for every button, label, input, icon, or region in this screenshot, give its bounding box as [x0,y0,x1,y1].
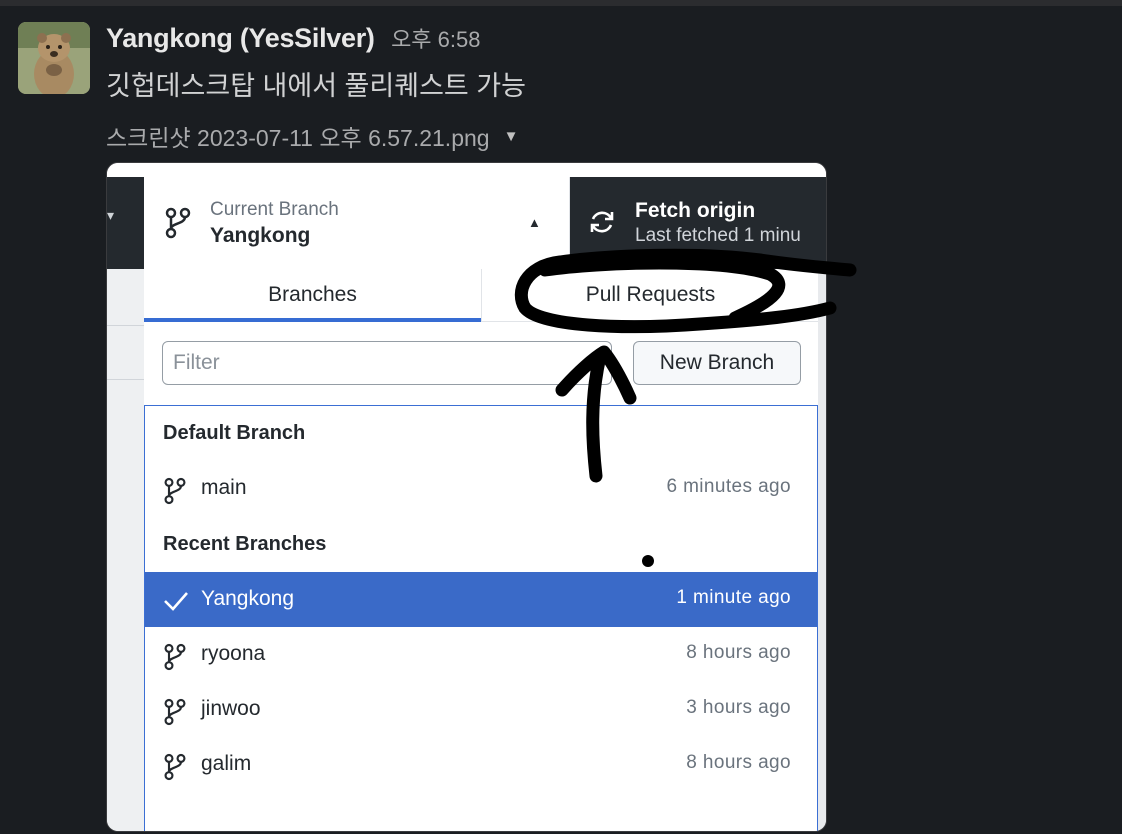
branch-time: 1 minute ago [676,587,791,608]
fetch-origin-subtitle: Last fetched 1 minu [635,225,801,246]
attachment-file-name[interactable]: 스크린샷 2023-07-11 오후 6.57.21.png [106,119,490,153]
git-branch-icon [164,698,186,726]
branch-row-jinwoo[interactable]: jinwoo 3 hours ago [145,682,817,737]
current-branch-name: Yangkong [210,224,311,247]
fetch-origin-button[interactable]: Fetch origin Last fetched 1 minu [569,177,826,269]
divider [107,325,144,326]
branch-row-main[interactable]: main 6 minutes ago [145,461,817,516]
default-branch-heading: Default Branch [163,422,306,444]
tab-pull-requests-label: Pull Requests [585,283,716,306]
git-branch-icon [165,207,191,239]
avatar-image [18,22,90,94]
branch-time: 3 hours ago [686,697,791,718]
branch-name: ryoona [201,642,266,665]
git-branch-icon [164,753,186,781]
git-branch-icon [164,477,186,505]
branch-list: Default Branch main 6 minutes ago Recent… [144,405,818,831]
current-branch-button[interactable]: Current Branch Yangkong ▲ [144,177,570,269]
fetch-origin-title: Fetch origin [635,199,756,222]
branch-row-galim[interactable]: galim 8 hours ago [145,737,817,792]
tab-pull-requests[interactable]: Pull Requests [481,269,819,321]
sender-name[interactable]: Yangkong (YesSilver) [106,23,375,53]
top-bar [0,0,1122,6]
screenshot-top-strip [107,163,826,177]
message-time[interactable]: 오후 6:58 [391,27,480,52]
branch-time: 6 minutes ago [666,476,791,497]
caret-down-icon: ▾ [107,207,115,223]
new-branch-button[interactable]: New Branch [633,341,801,385]
message-text: 깃헙데스크탑 내에서 풀리퀘스트 가능 [106,71,526,101]
branch-name: galim [201,752,252,775]
branch-name: jinwoo [201,697,261,720]
recent-branches-heading: Recent Branches [163,533,327,555]
branch-time: 8 hours ago [686,752,791,773]
current-branch-label: Current Branch [210,199,339,220]
avatar[interactable] [18,22,90,94]
branch-time: 8 hours ago [686,642,791,663]
caret-up-icon: ▲ [528,215,541,230]
branch-row-ryoona[interactable]: ryoona 8 hours ago [145,627,817,682]
branch-tabs: Branches Pull Requests [144,269,818,322]
checkmark-icon [164,592,188,611]
filter-input[interactable]: Filter [162,341,612,385]
left-panel-strip [107,269,144,831]
active-tab-indicator [144,318,481,322]
divider [107,379,144,380]
git-branch-icon [164,643,186,671]
attachment-image[interactable]: ▾ Current Branch Yangkong ▲ Fetch origin… [106,162,827,832]
attachment-header[interactable]: 스크린샷 2023-07-11 오후 6.57.21.png ▼ [106,119,518,153]
sync-icon [590,211,614,233]
tab-branches[interactable]: Branches [144,269,481,322]
branch-name: Yangkong [201,587,295,610]
branch-name: main [201,476,247,499]
right-panel-strip [818,269,826,831]
tab-branches-label: Branches [268,283,357,306]
message-header: Yangkong (YesSilver) 오후 6:58 [106,22,480,56]
caret-down-icon[interactable]: ▼ [504,128,519,145]
branch-row-yangkong[interactable]: Yangkong 1 minute ago [145,572,817,627]
